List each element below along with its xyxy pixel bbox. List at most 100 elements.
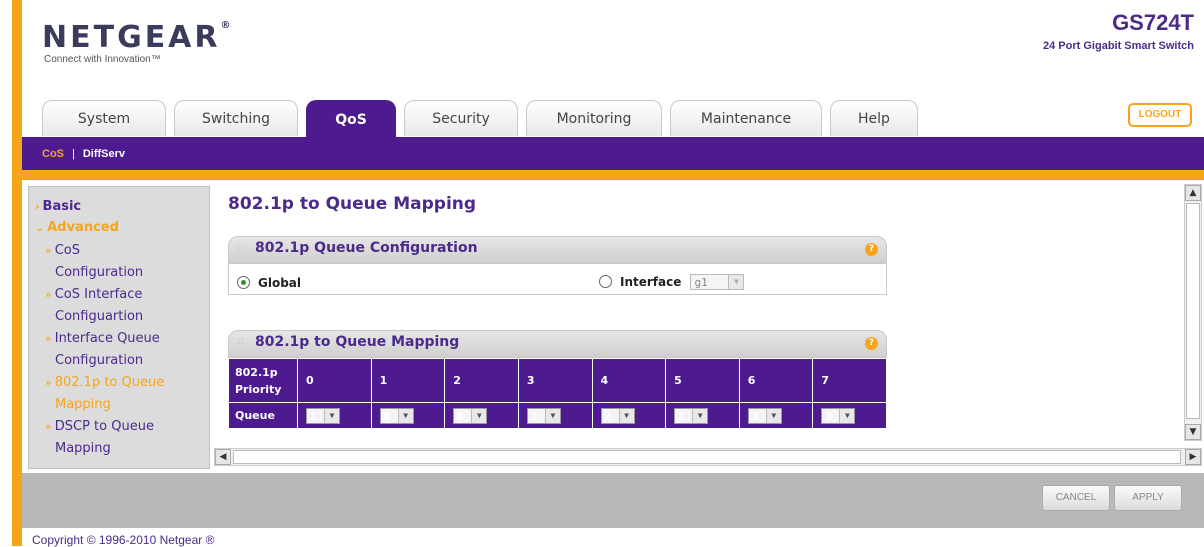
scroll-right-icon[interactable]: ▶ — [1185, 449, 1201, 465]
apply-button[interactable]: APPLY — [1114, 485, 1182, 511]
global-option: Global — [237, 272, 301, 291]
queue-mapping-panel: :: 802.1p to Queue Mapping ? 802.1p Prior… — [228, 330, 887, 429]
chevron-down-icon: ▼ — [324, 408, 339, 423]
mapping-table: 802.1p Priority 0 1 2 3 4 5 6 7 Queue 1 … — [228, 358, 887, 429]
queue-cell: 0 ▼ — [370, 402, 446, 429]
priority-cell: 5 — [665, 358, 740, 403]
sidebar-item-cos-interface-configuration[interactable]: » CoS Interface Configuartion — [45, 284, 143, 328]
chevron-down-icon: ▼ — [471, 408, 487, 423]
queue-select-5[interactable]: 2 ▼ — [674, 407, 709, 424]
cancel-button[interactable]: CANCEL — [1042, 485, 1110, 511]
queue-configuration-panel: :: 802.1p Queue Configuration ? Global I… — [228, 236, 887, 295]
interface-label: Interface — [620, 274, 682, 289]
button-bar: CANCEL APPLY — [22, 473, 1204, 528]
tagline: Connect with Innovation™ — [44, 54, 161, 65]
sidebar-item-advanced[interactable]: ⌄ Advanced — [35, 220, 119, 235]
bullet-icon: » — [45, 420, 52, 433]
priority-cell: 1 — [370, 358, 446, 403]
chevron-down-icon: ▼ — [544, 408, 560, 423]
panel-header: :: 802.1p Queue Configuration ? — [228, 236, 887, 264]
help-icon[interactable]: ? — [865, 337, 878, 350]
chevron-down-icon: ▼ — [728, 274, 744, 289]
bullet-icon: » — [45, 332, 52, 345]
sidebar-item-dscp-to-queue-mapping[interactable]: » DSCP to Queue Mapping — [45, 416, 154, 460]
bullet-icon: » — [45, 376, 52, 389]
queue-cell: 3 ▼ — [738, 402, 814, 429]
sidebar: › Basic ⌄ Advanced » CoS Configuration » CoS … — [28, 186, 210, 469]
global-radio[interactable] — [237, 276, 250, 289]
priority-cell: 6 — [738, 358, 814, 403]
queue-row: Queue 1 ▼ 0 ▼ 0 ▼ 1 ▼ 2 ▼ 2 ▼ 3 ▼ 3 ▼ — [228, 402, 887, 429]
page-frame: NETGEAR® Connect with Innovation™ GS724T… — [12, 0, 1204, 547]
queue-cell: 1 ▼ — [297, 402, 372, 429]
interface-select[interactable]: g1 ▼ — [690, 273, 745, 290]
queue-select-4[interactable]: 2 ▼ — [600, 407, 635, 424]
queue-cell: 3 ▼ — [812, 402, 887, 429]
queue-select-3[interactable]: 1 ▼ — [526, 407, 561, 424]
scroll-down-icon[interactable]: ▼ — [1185, 424, 1201, 440]
chevron-down-icon: ▼ — [692, 408, 708, 423]
sidebar-item-interface-queue-configuration[interactable]: » Interface Queue Configuration — [45, 328, 160, 372]
content-area: › Basic ⌄ Advanced » CoS Configuration » CoS … — [22, 180, 1204, 473]
sub-navigation: CoS | DiffServ — [22, 137, 1204, 170]
main-tabs: System Switching QoS Security Monitoring… — [42, 100, 918, 138]
bullet-icon: » — [45, 288, 52, 301]
chevron-down-icon: ▼ — [839, 408, 855, 423]
queue-select-1[interactable]: 0 ▼ — [379, 407, 414, 424]
priority-cell: 2 — [444, 358, 519, 403]
tab-qos[interactable]: QoS — [306, 100, 396, 138]
chevron-right-icon: › — [35, 200, 40, 213]
logout-button[interactable]: LOGOUT — [1128, 103, 1192, 127]
tab-help[interactable]: Help — [830, 100, 918, 136]
sidebar-item-8021p-to-queue-mapping[interactable]: » 802.1p to Queue Mapping — [45, 372, 164, 416]
priority-row: 802.1p Priority 0 1 2 3 4 5 6 7 — [228, 358, 887, 403]
scroll-left-icon[interactable]: ◀ — [215, 449, 231, 465]
queue-select-6[interactable]: 3 ▼ — [747, 407, 782, 424]
priority-cell: 4 — [591, 358, 667, 403]
queue-cell: 2 ▼ — [591, 402, 667, 429]
header-divider — [22, 170, 1204, 180]
help-icon[interactable]: ? — [865, 243, 878, 256]
chevron-down-icon: ▼ — [765, 408, 781, 423]
tab-maintenance[interactable]: Maintenance — [670, 100, 822, 136]
subnav-cos[interactable]: CoS — [42, 148, 64, 160]
interface-radio[interactable] — [599, 275, 612, 288]
sidebar-item-cos-configuration[interactable]: » CoS Configuration — [45, 240, 143, 284]
panel-title: 802.1p to Queue Mapping — [255, 334, 460, 350]
main-content: 802.1p to Queue Mapping :: 802.1p Queue … — [214, 180, 1204, 473]
queue-select-0[interactable]: 1 ▼ — [306, 407, 340, 424]
queue-cell: 1 ▼ — [517, 402, 593, 429]
model-name: GS724T — [1112, 10, 1194, 35]
queue-select-2[interactable]: 0 ▼ — [453, 407, 488, 424]
subnav-diffserv[interactable]: DiffServ — [83, 148, 125, 160]
chevron-down-icon: ▼ — [618, 408, 634, 423]
chevron-down-icon: ⌄ — [35, 221, 45, 234]
scroll-up-icon[interactable]: ▲ — [1185, 185, 1201, 201]
subnav-separator: | — [72, 147, 75, 160]
priority-cell: 0 — [297, 358, 372, 403]
panel-header: :: 802.1p to Queue Mapping ? — [228, 330, 887, 358]
tab-security[interactable]: Security — [404, 100, 518, 136]
bullet-icon: » — [45, 244, 52, 257]
scroll-thumb[interactable] — [1186, 203, 1200, 419]
priority-header: 802.1p Priority — [228, 358, 298, 403]
priority-cell: 3 — [517, 358, 593, 403]
scroll-thumb[interactable] — [233, 450, 1181, 464]
interface-option: Interface g1 ▼ — [599, 271, 745, 290]
chevron-down-icon: ▼ — [397, 408, 413, 423]
drag-handle-icon: :: — [237, 242, 244, 253]
panel-title: 802.1p Queue Configuration — [255, 240, 478, 256]
tab-system[interactable]: System — [42, 100, 166, 136]
queue-select-7[interactable]: 3 ▼ — [821, 407, 856, 424]
vertical-scrollbar[interactable]: ▲ ▼ — [1184, 184, 1202, 441]
queue-header: Queue — [228, 402, 298, 429]
netgear-logo: NETGEAR® — [42, 20, 231, 55]
tab-switching[interactable]: Switching — [174, 100, 298, 136]
page-title: 802.1p to Queue Mapping — [228, 194, 477, 214]
panel-body: Global Interface g1 ▼ — [228, 264, 887, 295]
horizontal-scrollbar[interactable]: ◀ ▶ — [214, 448, 1202, 466]
tab-monitoring[interactable]: Monitoring — [526, 100, 662, 136]
global-label: Global — [258, 275, 302, 290]
copyright-text: Copyright © 1996-2010 Netgear ® — [32, 533, 215, 547]
sidebar-item-basic[interactable]: › Basic — [35, 199, 81, 214]
